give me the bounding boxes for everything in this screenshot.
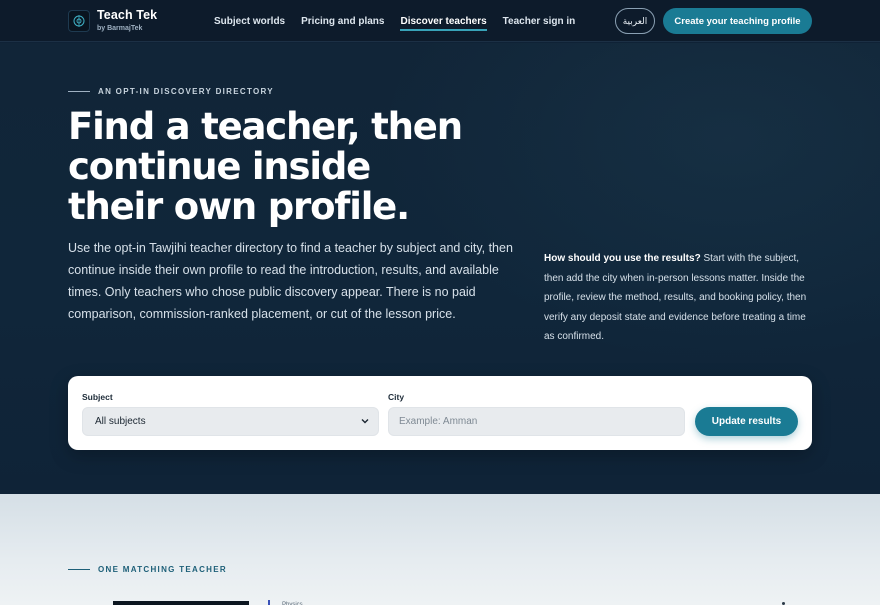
subject-label: Subject: [82, 392, 113, 402]
main-nav: Subject worlds Pricing and plans Discove…: [214, 0, 591, 42]
subject-select-value: All subjects: [95, 416, 146, 427]
results-guidance-body: Start with the subject, then add the cit…: [544, 253, 807, 342]
teacher-card-image[interactable]: [113, 601, 249, 605]
results-guidance: How should you use the results? Start wi…: [544, 249, 816, 347]
hero-headline: Find a teacher, then continue inside the…: [68, 107, 508, 227]
teacher-card-accent: [268, 600, 270, 605]
results-guidance-lead: How should you use the results?: [544, 253, 701, 264]
hero-eyebrow: AN OPT-IN DISCOVERY DIRECTORY: [68, 87, 274, 96]
language-toggle-button[interactable]: العربية: [615, 8, 655, 34]
nav-teacher-sign-in[interactable]: Teacher sign in: [503, 16, 576, 27]
results-section: ONE MATCHING TEACHER Physics: [0, 494, 880, 605]
hero-lede: Use the opt-in Tawjihi teacher directory…: [68, 241, 513, 321]
nav-pricing-and-plans[interactable]: Pricing and plans: [301, 16, 384, 27]
teacher-card-subject: Physics: [282, 602, 303, 605]
brand-subtitle: by BarmajTek: [97, 25, 143, 32]
city-label: City: [388, 392, 405, 402]
brand-logo-link[interactable]: Teach Tek by BarmajTek: [68, 9, 157, 33]
results-eyebrow-rule: [68, 569, 90, 570]
headline-line-3: their own profile.: [68, 185, 410, 228]
site-header: Teach Tek by BarmajTek Subject worlds Pr…: [0, 0, 880, 42]
headline-line-1: Find a teacher, then: [68, 105, 463, 148]
search-form: Subject All subjects City Update results: [68, 376, 812, 450]
hero-eyebrow-text: AN OPT-IN DISCOVERY DIRECTORY: [98, 87, 274, 96]
results-eyebrow: ONE MATCHING TEACHER: [68, 565, 227, 574]
brand-logo-icon: [68, 10, 90, 32]
nav-discover-teachers[interactable]: Discover teachers: [400, 16, 487, 31]
update-results-button[interactable]: Update results: [695, 407, 798, 436]
eyebrow-rule: [68, 91, 90, 92]
create-profile-button[interactable]: Create your teaching profile: [663, 8, 812, 34]
city-input[interactable]: [388, 407, 685, 436]
subject-select[interactable]: All subjects: [82, 407, 379, 436]
chevron-down-icon: [360, 416, 370, 429]
nav-subject-worlds[interactable]: Subject worlds: [214, 16, 285, 27]
brand-name: Teach Tek: [97, 8, 158, 22]
headline-line-2: continue inside: [68, 145, 371, 188]
results-count-label: ONE MATCHING TEACHER: [98, 565, 227, 574]
